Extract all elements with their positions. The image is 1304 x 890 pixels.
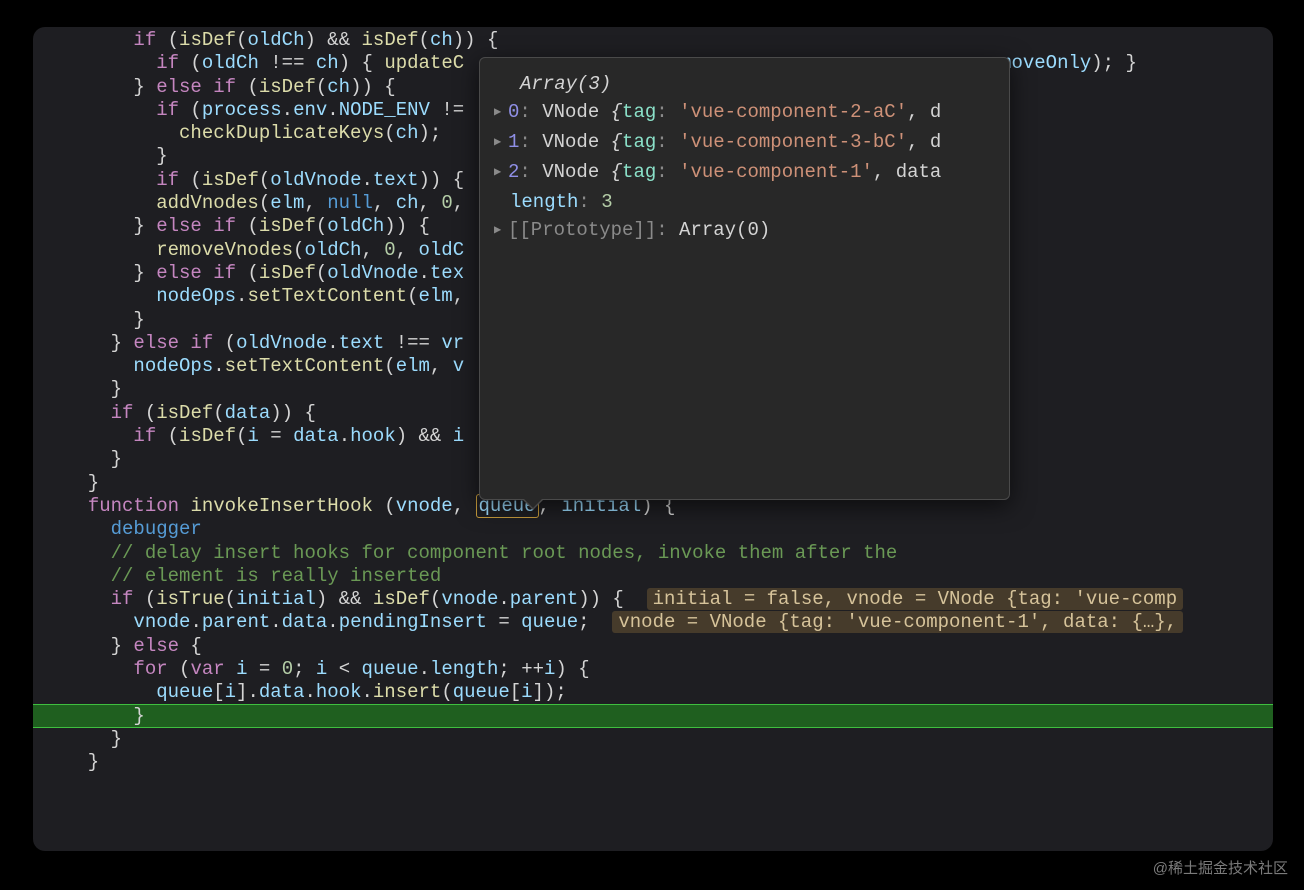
chevron-right-icon[interactable]: ▶ bbox=[494, 216, 506, 244]
code-line[interactable]: if (isDef(oldCh) && isDef(ch)) { bbox=[65, 29, 1273, 52]
chevron-right-icon[interactable]: ▶ bbox=[494, 158, 506, 186]
code-editor[interactable]: if (isDef(oldCh) && isDef(ch)) { if (old… bbox=[33, 27, 1273, 851]
code-line[interactable]: } else { bbox=[65, 635, 1273, 658]
length-row: length: 3 bbox=[494, 188, 995, 216]
tooltip-array-item[interactable]: ▶2: VNode {tag: 'vue-component-1', data bbox=[494, 158, 995, 188]
watermark: @稀土掘金技术社区 bbox=[1153, 857, 1288, 878]
code-line[interactable]: debugger bbox=[65, 518, 1273, 541]
tooltip-array-item[interactable]: ▶1: VNode {tag: 'vue-component-3-bC', d bbox=[494, 128, 995, 158]
code-line[interactable]: // element is really inserted bbox=[65, 565, 1273, 588]
tooltip-array-item[interactable]: ▶0: VNode {tag: 'vue-component-2-aC', d bbox=[494, 98, 995, 128]
chevron-right-icon[interactable]: ▶ bbox=[494, 128, 506, 156]
code-line[interactable]: if (isTrue(initial) && isDef(vnode.paren… bbox=[65, 588, 1273, 611]
code-line[interactable]: } bbox=[65, 751, 1273, 774]
code-line[interactable]: queue[i].data.hook.insert(queue[i]); bbox=[65, 681, 1273, 704]
code-line[interactable]: vnode.parent.data.pendingInsert = queue;… bbox=[65, 611, 1273, 634]
inline-value: vnode = VNode {tag: 'vue-component-1', d… bbox=[612, 611, 1183, 633]
code-line[interactable]: } bbox=[65, 705, 1273, 728]
inline-value: initial = false, vnode = VNode {tag: 'vu… bbox=[647, 588, 1184, 610]
code-line[interactable]: } bbox=[65, 728, 1273, 751]
prototype-row[interactable]: ▶[[Prototype]]: Array(0) bbox=[494, 216, 995, 246]
code-line[interactable]: // delay insert hooks for component root… bbox=[65, 542, 1273, 565]
code-line[interactable]: for (var i = 0; i < queue.length; ++i) { bbox=[65, 658, 1273, 681]
chevron-right-icon[interactable]: ▶ bbox=[494, 98, 506, 126]
tooltip-title: Array(3) bbox=[494, 70, 995, 98]
value-tooltip[interactable]: Array(3) ▶0: VNode {tag: 'vue-component-… bbox=[479, 57, 1010, 500]
